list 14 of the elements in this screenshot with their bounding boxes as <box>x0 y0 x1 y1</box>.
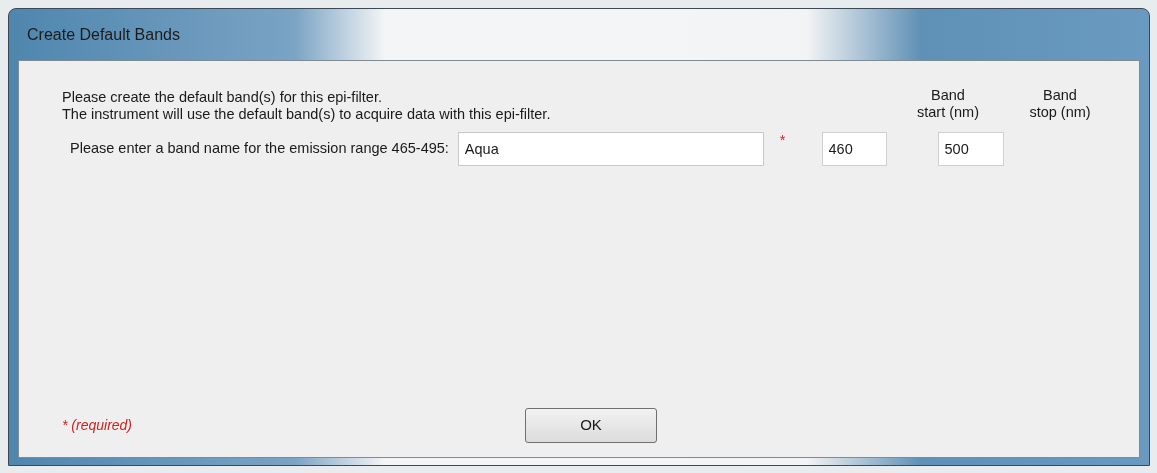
column-header: Band <box>931 87 965 104</box>
ok-button[interactable]: OK <box>525 408 657 443</box>
instruction-text: Please create the default band(s) for this epi-filter. <box>62 89 383 106</box>
band-name-label: Please enter a band name for the emission range 465-495: <box>70 139 449 159</box>
column-header: Band <box>1043 87 1077 104</box>
band-stop-field[interactable]: 500 <box>937 132 1004 166</box>
required-mark: * <box>779 131 786 150</box>
required-note: * (required) <box>62 416 134 435</box>
instruction-text: The instrument will use the default band(s) to acquire data with this epi-filter. <box>62 106 552 123</box>
column-header: stop (nm) <box>1029 104 1091 121</box>
column-header: start (nm) <box>917 104 979 121</box>
band-name-field[interactable]: Aqua <box>457 132 764 166</box>
band-start-field[interactable]: 460 <box>821 132 887 166</box>
window-title: Create Default Bands <box>27 24 180 45</box>
